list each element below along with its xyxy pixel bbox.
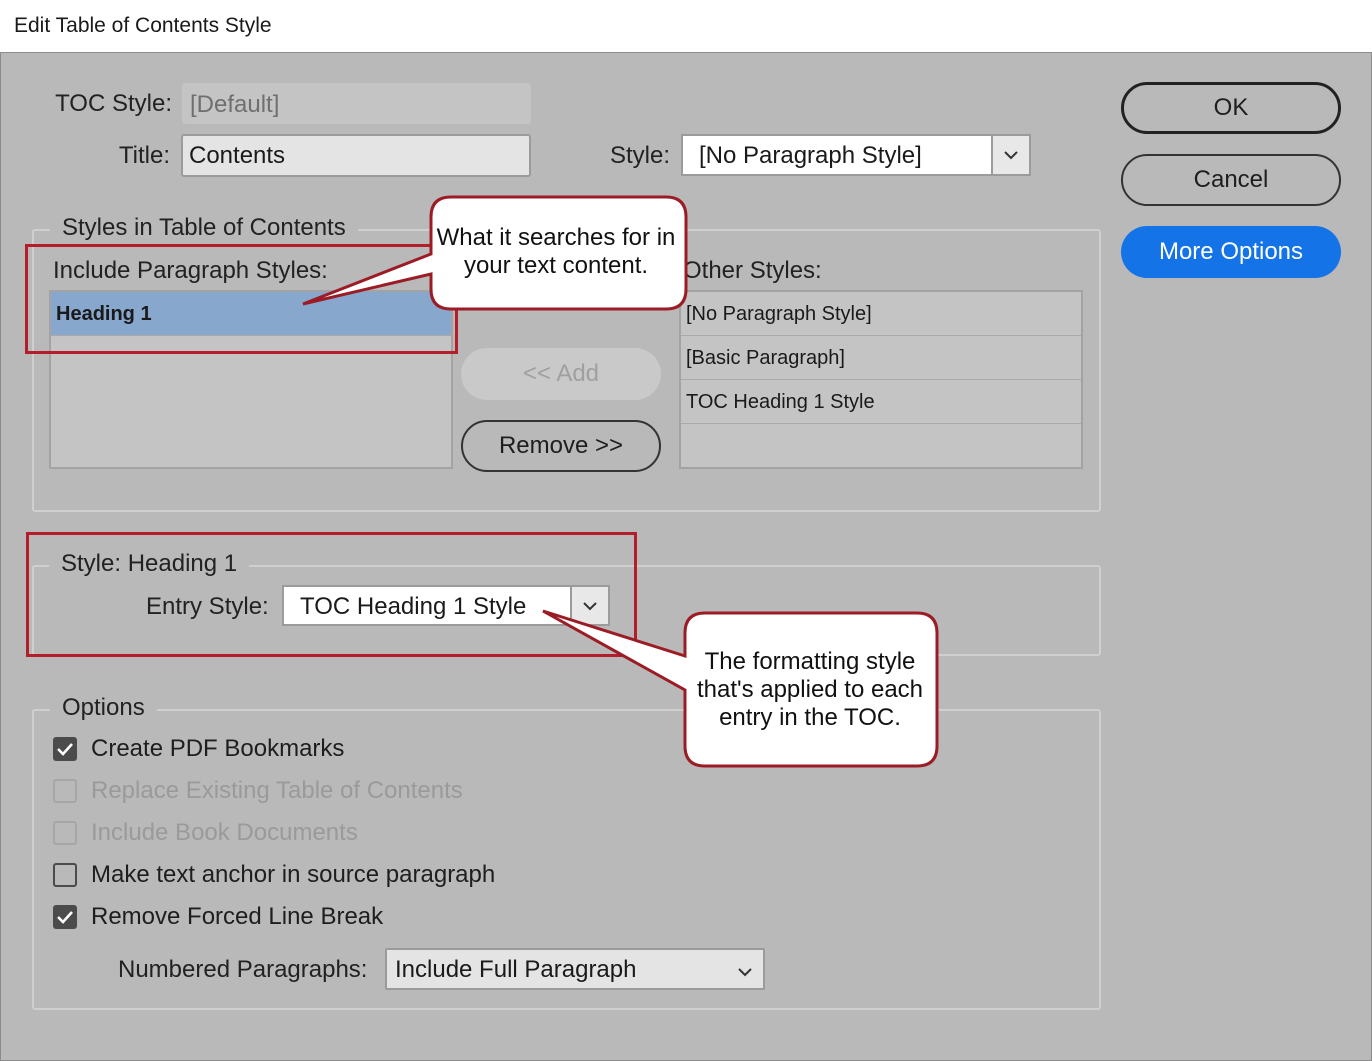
callout-text-1: What it searches for in your text conten… [436, 224, 676, 279]
callout-shapes [302, 195, 939, 768]
callout-text-2: The formatting style that's applied to e… [696, 648, 924, 731]
